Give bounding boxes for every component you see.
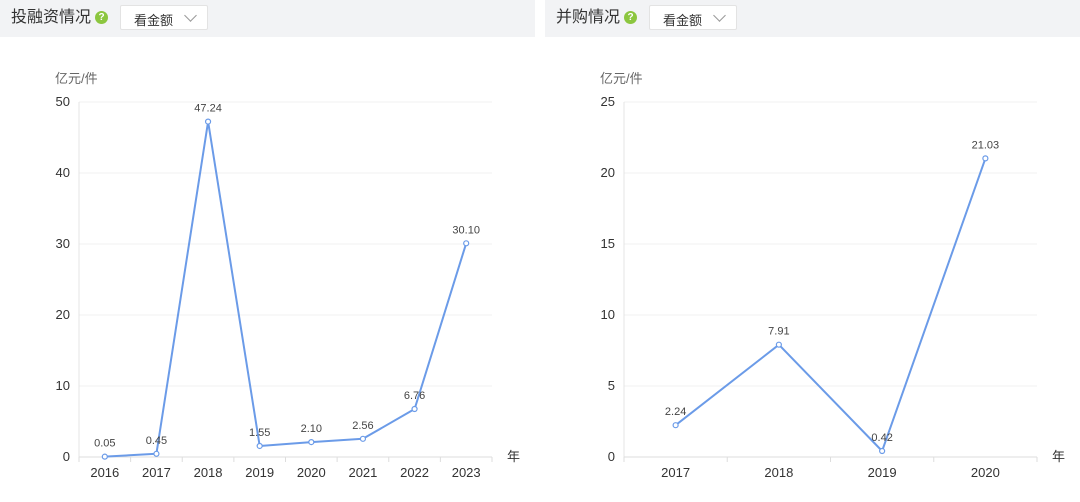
data-point[interactable] (411, 405, 418, 413)
data-point[interactable] (101, 453, 108, 460)
acquisition-line-chart: 亿元/件 0 5 10 15 20 25 2017 2018 2019 2020 年 2.24 7.91 0… (600, 71, 1065, 480)
data-label: 2.56 (352, 420, 373, 432)
financing-chart-area: 亿元/件 0 10 20 30 40 50 2016 2017 2018 2019 2020 2021 2… (0, 37, 535, 502)
y-tick-label: 50 (56, 94, 70, 109)
amount-dropdown[interactable]: 看金额 (649, 5, 737, 30)
data-point[interactable] (204, 118, 212, 125)
x-axis-unit-label: 年 (507, 449, 520, 464)
data-point[interactable] (153, 450, 160, 457)
data-point[interactable] (308, 438, 315, 446)
y-tick-label: 25 (601, 94, 615, 109)
financing-panel: 投融资情况 ? 看金额 亿元/件 0 10 20 30 40 50 2016 2017 2018 2… (0, 0, 535, 502)
question-circle-icon[interactable]: ? (95, 11, 108, 24)
x-tick-label: 2018 (764, 465, 793, 480)
amount-dropdown[interactable]: 看金额 (120, 5, 208, 30)
y-axis-unit-label: 亿元/件 (55, 71, 98, 86)
data-label: 7.91 (768, 326, 789, 338)
data-point[interactable] (775, 341, 782, 348)
panel-title: 并购情况 (556, 9, 621, 26)
y-axis-unit-label: 亿元/件 (600, 71, 643, 86)
chevron-down-icon (184, 9, 197, 22)
x-tick-label: 2019 (868, 465, 897, 480)
data-label: 2.24 (665, 406, 686, 418)
y-tick-label: 15 (601, 236, 615, 251)
x-tick-label: 2023 (452, 465, 481, 480)
chevron-down-icon (713, 9, 726, 22)
y-tick-label: 10 (56, 378, 70, 393)
data-label: 6.76 (404, 390, 425, 402)
x-tick-label: 2020 (971, 465, 1000, 480)
x-tick-label: 2018 (194, 465, 223, 480)
question-circle-icon[interactable]: ? (624, 11, 637, 24)
x-tick-label: 2020 (297, 465, 326, 480)
data-label: 2.10 (301, 423, 322, 435)
y-tick-label: 0 (63, 449, 70, 464)
dropdown-value: 看金额 (663, 13, 703, 28)
series-line (674, 158, 987, 452)
data-point[interactable] (982, 155, 989, 162)
x-tick-label: 2019 (245, 465, 274, 480)
data-point[interactable] (359, 435, 367, 442)
y-tick-label: 0 (608, 449, 615, 464)
financing-panel-header: 投融资情况 ? 看金额 (0, 0, 535, 37)
x-tick-label: 2016 (90, 465, 119, 480)
acquisition-chart-area: 亿元/件 0 5 10 15 20 25 2017 2018 2019 2020 年 2.24 7.91 0… (545, 37, 1080, 502)
dropdown-value: 看金额 (134, 13, 174, 28)
x-tick-label: 2022 (400, 465, 429, 480)
series-line (104, 120, 468, 458)
data-label: 1.55 (249, 427, 270, 439)
data-point[interactable] (463, 240, 470, 247)
x-tick-label: 2017 (661, 465, 690, 480)
y-tick-label: 20 (56, 307, 70, 322)
y-tick-label: 30 (56, 236, 70, 251)
panel-title: 投融资情况 (11, 9, 92, 26)
data-point[interactable] (879, 447, 886, 455)
acquisition-panel: 并购情况 ? 看金额 亿元/件 0 5 10 15 20 25 2017 2018 2019 202… (545, 0, 1080, 502)
data-label: 0.42 (871, 432, 892, 444)
data-label: 30.10 (452, 224, 480, 236)
data-label: 21.03 (972, 139, 1000, 151)
acquisition-panel-header: 并购情况 ? 看金额 (545, 0, 1080, 37)
financing-line-chart: 亿元/件 0 10 20 30 40 50 2016 2017 2018 2019 2020 2021 2… (55, 71, 520, 480)
x-tick-label: 2017 (142, 465, 171, 480)
y-tick-label: 20 (601, 165, 615, 180)
data-point[interactable] (256, 442, 263, 450)
data-label: 0.05 (94, 438, 115, 450)
y-tick-label: 40 (56, 165, 70, 180)
data-label: 0.45 (146, 435, 167, 447)
y-tick-label: 10 (601, 307, 615, 322)
y-tick-label: 5 (608, 378, 615, 393)
x-axis-unit-label: 年 (1052, 449, 1065, 464)
data-point[interactable] (672, 422, 679, 429)
x-tick-label: 2021 (348, 465, 377, 480)
data-label: 47.24 (194, 103, 222, 115)
